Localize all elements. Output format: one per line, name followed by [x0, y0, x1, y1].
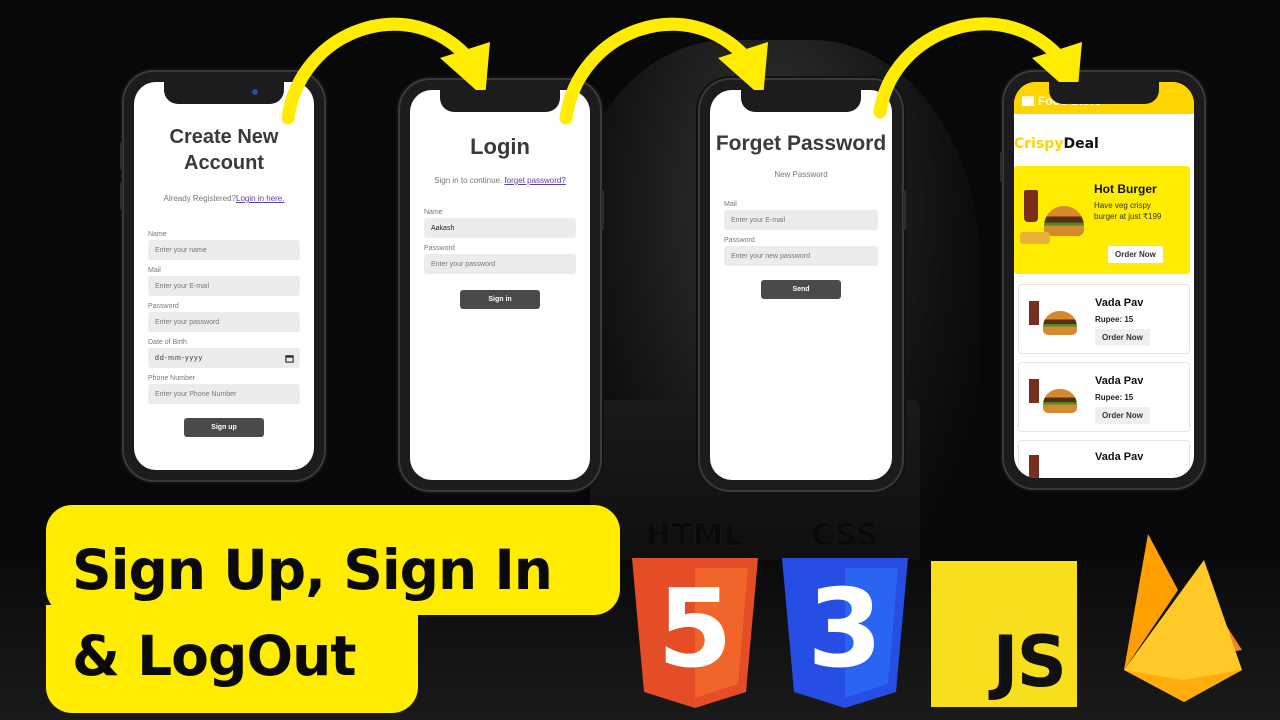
burger-combo-icon: [1025, 455, 1083, 478]
signup-mail-label: Mail: [148, 267, 161, 274]
html5-logo: HTML 5: [632, 518, 758, 708]
signup-password-label: Password: [148, 303, 179, 310]
item-order-button[interactable]: Order Now: [1095, 329, 1150, 346]
forget-password-input[interactable]: Enter your new password: [724, 246, 878, 266]
featured-desc: Have veg crispy burger at just ₹199: [1094, 201, 1162, 221]
signup-password-input[interactable]: Enter your password: [148, 312, 300, 332]
item-card: Vada Pav Rupee: 15 Order Now: [1018, 362, 1190, 432]
signup-dob-input[interactable]: dd-mm-yyyy: [148, 348, 300, 368]
item-card: Vada Pav Rupee: 15 Order Now: [1018, 284, 1190, 354]
signup-name-input[interactable]: Enter your name: [148, 240, 300, 260]
css3-logo: CSS 3: [782, 518, 908, 708]
send-button[interactable]: Send: [761, 280, 841, 299]
firebase-flame-icon: [1124, 534, 1242, 702]
login-here-link[interactable]: Login in here.: [236, 194, 284, 203]
item-price: Rupee: 15: [1095, 393, 1134, 402]
headline-line2: & LogOut: [72, 624, 357, 688]
login-password-label: Password: [424, 245, 455, 252]
signup-screen: Create New Account Already Registered?Lo…: [134, 82, 314, 470]
forget-subtitle: New Password: [774, 170, 828, 179]
login-name-label: Name: [424, 209, 443, 216]
login-subtitle-row: Sign in to continue. forget password?: [434, 176, 566, 185]
forget-mail-label: Mail: [724, 201, 737, 208]
signup-button[interactable]: Sign up: [184, 418, 264, 437]
signup-name-label: Name: [148, 231, 167, 238]
item-order-button[interactable]: Order Now: [1095, 407, 1150, 424]
item-card: Vada Pav: [1018, 440, 1190, 478]
featured-order-button[interactable]: Order Now: [1108, 246, 1163, 263]
arrow-login-to-forget-icon: [559, 17, 768, 125]
item-name: Vada Pav: [1095, 375, 1144, 387]
headline-line1: Sign Up, Sign In: [72, 538, 553, 602]
calendar-icon[interactable]: [285, 354, 294, 363]
signup-login-hint: Already Registered?Login in here.: [163, 194, 285, 203]
featured-card: Hot Burger Have veg crispy burger at jus…: [1014, 166, 1190, 274]
item-name: Vada Pav: [1095, 297, 1144, 309]
forget-password-link[interactable]: forget password?: [504, 176, 565, 185]
item-name: Vada Pav: [1095, 451, 1144, 463]
login-password-input[interactable]: Enter your password: [424, 254, 576, 274]
signup-phone-label: Phone Number: [148, 375, 196, 382]
signup-phone-input[interactable]: Enter your Phone Number: [148, 384, 300, 404]
js-logo: JS: [931, 561, 1077, 707]
burger-combo-icon: [1020, 188, 1090, 252]
forget-screen: Forget Password New Password Mail Enter …: [710, 90, 892, 480]
item-price: Rupee: 15: [1095, 315, 1134, 324]
css3-label: CSS: [811, 518, 879, 553]
login-screen: Login Sign in to continue. forget passwo…: [410, 90, 590, 480]
forget-mail-input[interactable]: Enter your E-mail: [724, 210, 878, 230]
burger-combo-icon: [1025, 301, 1083, 343]
forget-password-label: Password: [724, 237, 755, 244]
css3-digit: 3: [807, 567, 883, 692]
signup-mail-input[interactable]: Enter your E-mail: [148, 276, 300, 296]
arrow-signup-to-login-icon: [281, 17, 490, 125]
burger-combo-icon: [1025, 379, 1083, 421]
html5-digit: 5: [657, 567, 733, 692]
headline-text: Sign Up, Sign In & LogOut: [72, 527, 553, 699]
phone-forget-password: Forget Password New Password Mail Enter …: [700, 80, 906, 490]
arrow-forget-to-food-icon: [873, 17, 1082, 119]
js-label: JS: [992, 621, 1067, 703]
phone-login: Login Sign in to continue. forget passwo…: [400, 80, 604, 490]
food-screen: Food Store CrispyDeal Hot Burger Have ve…: [1014, 82, 1194, 478]
signin-button[interactable]: Sign in: [460, 290, 540, 309]
featured-name: Hot Burger: [1094, 182, 1157, 196]
login-name-input[interactable]: Aakash: [424, 218, 576, 238]
signup-dob-label: Date of Birth: [148, 339, 187, 346]
html5-label: HTML: [645, 518, 745, 553]
